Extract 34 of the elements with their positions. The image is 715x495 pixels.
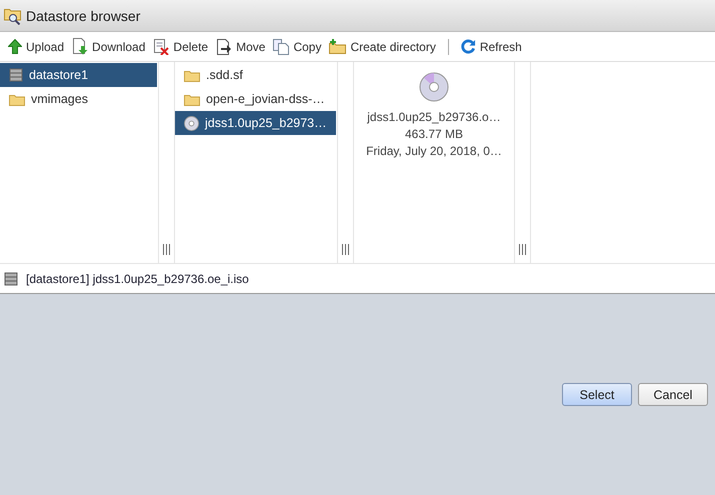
toolbar-button[interactable]: Upload	[8, 39, 64, 54]
folder-icon	[9, 92, 25, 106]
file-name: jdss1.0up25_b29736.o…	[367, 110, 501, 124]
document-download-icon	[72, 38, 88, 55]
refresh-icon	[460, 39, 476, 54]
dialog-button[interactable]: Select	[562, 383, 632, 406]
up-arrow-icon	[8, 39, 22, 54]
toolbar-button[interactable]: Delete	[153, 38, 208, 54]
disc-icon	[419, 72, 449, 102]
list-item[interactable]: open-e_jovian-dss-…	[175, 87, 337, 111]
folder-search-icon	[4, 6, 22, 24]
folder-icon	[184, 68, 200, 82]
toolbar-button[interactable]: Create directory	[329, 39, 436, 54]
list-item[interactable]: vmimages	[0, 87, 158, 111]
file-date: Friday, July 20, 2018, 0…	[366, 144, 502, 158]
document-arrow-icon	[216, 38, 232, 54]
dialog-button[interactable]: Cancel	[638, 383, 708, 406]
list-item[interactable]: jdss1.0up25_b2973…	[175, 111, 336, 135]
disc-icon	[184, 116, 199, 130]
toolbar-button[interactable]: Refresh	[460, 39, 522, 54]
list-item[interactable]: .sdd.sf	[175, 63, 337, 87]
document-delete-icon	[153, 38, 170, 54]
new-folder-icon	[329, 39, 346, 54]
toolbar-button[interactable]: Move	[216, 38, 266, 54]
list-item[interactable]: datastore1	[0, 63, 157, 87]
folder-icon	[184, 92, 200, 106]
toolbar-button[interactable]: Copy	[273, 38, 322, 54]
database-icon	[4, 272, 18, 286]
file-path: [datastore1] jdss1.0up25_b29736.oe_i.iso	[26, 272, 249, 286]
file-size: 463.77 MB	[404, 127, 464, 141]
window-title: Datastore browser	[26, 8, 140, 24]
copy-icon	[273, 38, 290, 54]
toolbar-button[interactable]: Download	[72, 38, 146, 55]
database-icon	[9, 68, 23, 82]
